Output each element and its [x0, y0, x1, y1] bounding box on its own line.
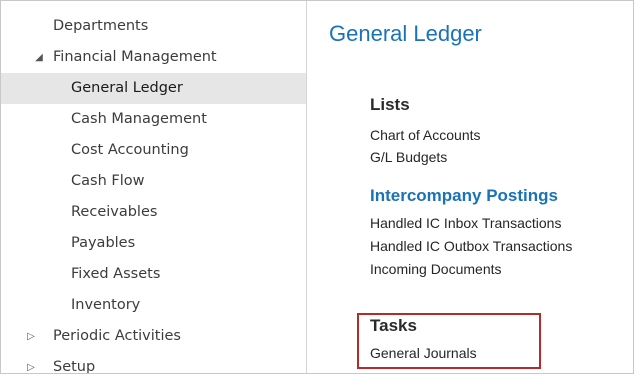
nav-item-periodic-activities[interactable]: ▷ Periodic Activities [1, 321, 306, 352]
nav-item-label: Cost Accounting [71, 142, 189, 158]
nav-item-inventory[interactable]: Inventory [1, 290, 306, 321]
nav-item-payables[interactable]: Payables [1, 228, 306, 259]
nav-item-cost-accounting[interactable]: Cost Accounting [1, 135, 306, 166]
lists-group-title: Lists [370, 95, 410, 114]
nav-item-receivables[interactable]: Receivables [1, 197, 306, 228]
nav-item-general-ledger[interactable]: General Ledger [1, 73, 306, 104]
nav-item-cash-management[interactable]: Cash Management [1, 104, 306, 135]
gl-budgets-link[interactable]: G/L Budgets [370, 149, 447, 165]
page-title: General Ledger [329, 21, 482, 46]
nav-item-departments[interactable]: Departments [1, 11, 306, 42]
nav-item-label: Departments [53, 18, 149, 34]
nav-item-label: Periodic Activities [53, 328, 181, 344]
general-journals-link[interactable]: General Journals [370, 345, 477, 361]
nav-item-setup[interactable]: ▷ Setup [1, 352, 306, 373]
nav-item-label: Inventory [71, 297, 141, 313]
handled-ic-outbox-transactions-link[interactable]: Handled IC Outbox Transactions [370, 238, 572, 254]
navigation-pane: Departments ◢ Financial Management Gener… [1, 1, 307, 373]
content-pane: General Ledger Lists Chart of Accounts G… [307, 1, 633, 373]
nav-item-label: General Ledger [71, 80, 183, 96]
intercompany-postings-group-title[interactable]: Intercompany Postings [370, 186, 558, 206]
expanded-triangle-icon[interactable]: ◢ [32, 42, 46, 73]
handled-ic-inbox-transactions-link[interactable]: Handled IC Inbox Transactions [370, 215, 561, 231]
incoming-documents-link[interactable]: Incoming Documents [370, 261, 502, 277]
collapsed-triangle-icon[interactable]: ▷ [24, 321, 38, 352]
nav-item-label: Payables [71, 235, 136, 251]
nav-item-label: Fixed Assets [71, 266, 161, 282]
nav-item-label: Setup [53, 359, 96, 373]
nav-item-fixed-assets[interactable]: Fixed Assets [1, 259, 306, 290]
nav-item-cash-flow[interactable]: Cash Flow [1, 166, 306, 197]
collapsed-triangle-icon[interactable]: ▷ [24, 352, 38, 373]
nav-item-label: Cash Management [71, 111, 207, 127]
nav-item-label: Cash Flow [71, 173, 145, 189]
tasks-group-title: Tasks [370, 316, 417, 335]
nav-item-financial-management[interactable]: ◢ Financial Management [1, 42, 306, 73]
chart-of-accounts-link[interactable]: Chart of Accounts [370, 127, 481, 143]
nav-item-label: Receivables [71, 204, 158, 220]
window-frame: Departments ◢ Financial Management Gener… [0, 0, 634, 374]
nav-item-label: Financial Management [53, 49, 217, 65]
